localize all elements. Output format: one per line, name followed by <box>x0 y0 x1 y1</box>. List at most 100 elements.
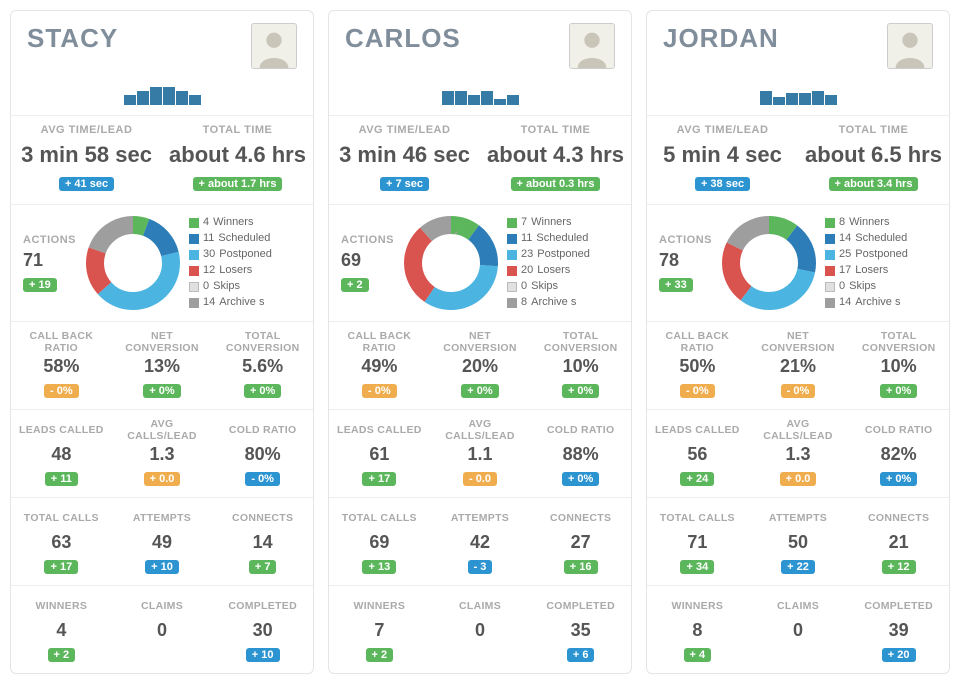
metric-delta: + 0% <box>143 384 180 398</box>
metric-value: 49% <box>333 356 426 377</box>
metric-cell-cold_ratio: COLD RATIO 80% - 0% <box>212 409 313 497</box>
avg-time-delta: + 41 sec <box>59 177 114 191</box>
metric-value: 14 <box>216 532 309 553</box>
actions-section: ACTIONS 69 + 2 7 Winners 11 Scheduled 23… <box>329 204 631 321</box>
legend-swatch <box>507 218 517 228</box>
metric-value: 42 <box>434 532 527 553</box>
legend-label: Scheduled <box>536 231 588 247</box>
metric-label: CALL BACK RATIO <box>651 330 744 356</box>
legend-text: 20 <box>521 263 533 279</box>
legend-label: Skips <box>213 279 240 295</box>
avatar[interactable] <box>251 23 297 69</box>
metric-value: 4 <box>15 620 108 641</box>
metric-value: 35 <box>534 620 627 641</box>
legend-swatch <box>825 298 835 308</box>
avatar-placeholder-icon <box>888 23 932 69</box>
metric-delta: + 34 <box>680 560 714 574</box>
actions-delta: + 33 <box>659 278 693 292</box>
legend-text: 8 <box>521 295 527 311</box>
metric-delta: + 17 <box>44 560 78 574</box>
legend-text: 17 <box>839 263 851 279</box>
metric-value: 10% <box>534 356 627 377</box>
donut-chart <box>403 215 499 311</box>
metric-label: ATTEMPTS <box>434 506 527 532</box>
legend-swatch <box>825 218 835 228</box>
legend-label: Skips <box>531 279 558 295</box>
spark-bar <box>812 91 824 105</box>
metric-cell-winners_label: WINNERS 7 + 2 <box>329 585 430 673</box>
legend-row-archives: 14 Archive s <box>825 295 908 311</box>
metric-value: 0 <box>752 620 845 641</box>
legend-row-archives: 8 Archive s <box>507 295 590 311</box>
legend-swatch <box>825 234 835 244</box>
metric-label: CLAIMS <box>434 594 527 620</box>
metric-value: 1.1 <box>434 444 527 465</box>
legend-label: Losers <box>855 263 888 279</box>
metric-label: NET CONVERSION <box>434 330 527 356</box>
spark-bar <box>481 91 493 105</box>
legend-swatch <box>507 266 517 276</box>
time-section: AVG TIME/LEAD 5 min 4 sec + 38 sec TOTAL… <box>647 115 949 204</box>
metric-label: CONNECTS <box>534 506 627 532</box>
metric-delta: + 20 <box>882 648 916 662</box>
legend-row-winners: 7 Winners <box>507 215 590 231</box>
metric-value: 63 <box>15 532 108 553</box>
legend-swatch <box>507 250 517 260</box>
donut-chart <box>85 215 181 311</box>
actions-legend: 4 Winners 11 Scheduled 30 Postponed 12 L… <box>181 215 280 311</box>
metric-value: 58% <box>15 356 108 377</box>
sparkline <box>329 77 631 105</box>
metric-value: 61 <box>333 444 426 465</box>
legend-swatch <box>189 282 199 292</box>
metric-label: TOTAL CONVERSION <box>852 330 945 356</box>
metric-value: 88% <box>534 444 627 465</box>
avatar-placeholder-icon <box>252 23 296 69</box>
metric-value: 50 <box>752 532 845 553</box>
metric-label: NET CONVERSION <box>752 330 845 356</box>
metric-delta: + 2 <box>366 648 394 662</box>
metric-label: WINNERS <box>651 594 744 620</box>
legend-swatch <box>507 298 517 308</box>
metric-label: COMPLETED <box>216 594 309 620</box>
metric-value: 7 <box>333 620 426 641</box>
metric-cell-leads_called: LEADS CALLED 61 + 17 <box>329 409 430 497</box>
metric-label: AVG CALLS/LEAD <box>752 418 845 444</box>
metric-cell-connects: CONNECTS 27 + 16 <box>530 497 631 585</box>
avatar[interactable] <box>887 23 933 69</box>
legend-text: 11 <box>203 231 214 247</box>
metric-cell-total_conversion: TOTAL CONVERSION 10% + 0% <box>848 321 949 409</box>
sparkline <box>647 77 949 105</box>
spark-bar <box>150 87 162 105</box>
metric-cell-avg_calls_lead: AVG CALLS/LEAD 1.3 + 0.0 <box>112 409 213 497</box>
metric-delta: + 24 <box>680 472 714 486</box>
metric-delta: - 0% <box>781 384 816 398</box>
legend-row-skips: 0 Skips <box>189 279 272 295</box>
legend-label: Winners <box>849 215 889 231</box>
total-time-delta: + about 0.3 hrs <box>511 177 601 191</box>
legend-text: 14 <box>203 295 215 311</box>
metric-delta: + 16 <box>564 560 598 574</box>
spark-bar <box>124 95 136 105</box>
metric-delta: + 11 <box>45 472 78 486</box>
metric-cell-winners_label: WINNERS 8 + 4 <box>647 585 748 673</box>
metric-label: TOTAL CONVERSION <box>216 330 309 356</box>
metric-label: LEADS CALLED <box>333 418 426 444</box>
metric-label: COLD RATIO <box>216 418 309 444</box>
legend-swatch <box>189 266 199 276</box>
legend-row-losers: 20 Losers <box>507 263 590 279</box>
legend-row-skips: 0 Skips <box>825 279 908 295</box>
metric-value: 56 <box>651 444 744 465</box>
metric-delta: + 17 <box>362 472 396 486</box>
legend-text: 11 <box>521 231 532 247</box>
metric-value: 27 <box>534 532 627 553</box>
metric-cell-winners_label: WINNERS 4 + 2 <box>11 585 112 673</box>
metric-cell-cold_ratio: COLD RATIO 88% + 0% <box>530 409 631 497</box>
avg-time-delta: + 7 sec <box>380 177 429 191</box>
spark-bar <box>189 95 201 105</box>
spark-bar <box>825 95 837 105</box>
metric-value: 13% <box>116 356 209 377</box>
spark-bar <box>163 87 175 105</box>
metric-value: 49 <box>116 532 209 553</box>
metric-cell-cold_ratio: COLD RATIO 82% + 0% <box>848 409 949 497</box>
avatar[interactable] <box>569 23 615 69</box>
